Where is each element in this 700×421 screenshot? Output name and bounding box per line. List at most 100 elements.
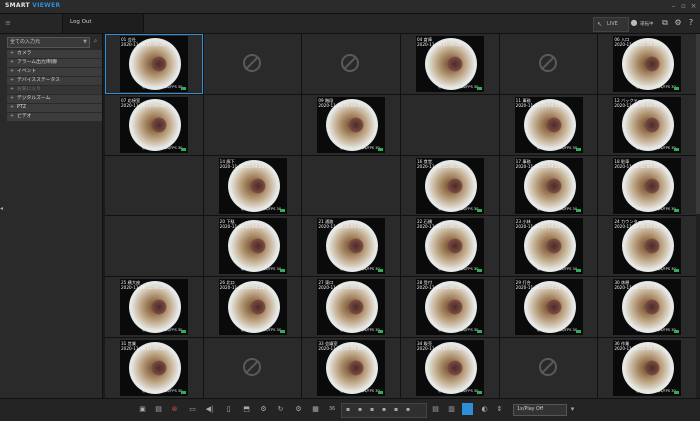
camera-cell[interactable] [203,338,302,398]
camera-video[interactable]: 23 小林 2020-11-26 11:04:25 帯域 38.3 Mbps/FPS… [514,218,583,275]
camera-cell[interactable]: 04 倉庫 2020-11-26 11:04:25 帯域 38.3 Mbps/FPS… [400,34,499,94]
camera-video[interactable]: 09 階段 2020-11-26 11:04:25 帯域 38.3 Mbps/FPS… [317,96,386,153]
camera-cell[interactable]: 14 廊下 2020-11-26 11:04:25 帯域 38.3 Mbps/FPS… [203,155,302,216]
camera-cell[interactable]: 11 事務 2020-11-26 11:04:25 帯域 38.3 Mbps/FPS… [499,94,598,155]
camera-cell[interactable]: 09 階段 2020-11-26 11:04:25 帯域 38.3 Mbps/FPS… [302,94,400,155]
playback-icon[interactable]: ▭ [187,404,198,415]
camera-video[interactable]: 25 横大座 2020-11-26 11:04:25 帯域 38.3 Mbps/FP… [120,279,188,336]
camera-cell[interactable]: 28 受付 2020-11-26 11:04:25 帯域 38.3 Mbps/FPS… [400,277,499,338]
camera-video[interactable]: 17 事務 2020-11-26 11:04:25 帯域 38.3 Mbps/FPS… [514,157,583,214]
sidebar-item-device-status[interactable]: + デバイスステータス [7,77,102,85]
camera-video[interactable]: 22 石橋 2020-11-26 11:04:25 帯域 38.3 Mbps/FPS… [415,218,484,275]
record-icon[interactable]: ● [629,18,639,28]
tab-log-out[interactable]: Log Out [62,14,144,33]
aspect-icon[interactable]: ◐ [479,404,490,415]
camera-cell[interactable] [400,94,499,155]
close-icon[interactable]: × [689,2,698,10]
camera-cell[interactable] [499,338,598,398]
stepper-icon[interactable]: ⇕ [494,404,505,415]
camera-cell[interactable]: 16 食堂 2020-11-26 11:04:25 帯域 38.3 Mbps/FPS… [400,155,499,216]
camera-cell[interactable]: 23 小林 2020-11-26 11:04:25 帯域 38.3 Mbps/FPS… [499,216,598,277]
speed-select[interactable]: 1x/Play Off [513,404,567,416]
save-icon[interactable]: ▤ [153,404,164,415]
camera-cell[interactable]: 22 石橋 2020-11-26 11:04:25 帯域 38.3 Mbps/FPS… [400,216,499,277]
camera-cell[interactable]: 33 会議室 2020-11-26 11:04:25 帯域 38.3 Mbps/FP… [302,338,400,398]
settings-icon[interactable]: ⚙ [258,404,269,415]
source-select[interactable]: 全ての入力元 ▼ [7,37,90,48]
layout-count[interactable]: 36 [325,404,339,415]
camera-cell[interactable] [203,34,302,94]
camera-video[interactable]: 34 販売 2020-11-26 11:04:25 帯域 38.3 Mbps/FPS… [415,340,484,397]
camera-video[interactable]: 33 会議室 2020-11-26 11:04:25 帯域 38.3 Mbps/FP… [317,340,386,397]
camera-cell[interactable]: 17 事務 2020-11-26 11:04:25 帯域 38.3 Mbps/FPS… [499,155,598,216]
sidebar-item-ptz[interactable]: + PTZ [7,104,102,112]
camera-video[interactable]: 07 応接室 2020-11-26 11:04:25 帯域 38.3 Mbps/FP… [120,96,188,153]
camera-cell[interactable]: 30 休憩 2020-11-26 11:04:25 帯域 38.3 Mbps/FPS… [598,277,696,338]
layout-1-icon[interactable]: ▪ [346,406,350,413]
device-icon[interactable]: ⧉ [660,18,670,28]
layout-9-icon[interactable]: ▪ [370,406,374,413]
camera-cell[interactable]: 01 会社 2020-11-26 11:04:25 帯域 38.3 Mbps/FPS… [105,34,203,94]
layout-4-icon[interactable]: ▪ [358,406,362,413]
camera-cell[interactable]: 29 打合 2020-11-26 11:04:25 帯域 38.3 Mbps/FPS… [499,277,598,338]
camera-video[interactable]: 01 会社 2020-11-26 11:04:25 帯域 38.3 Mbps/FPS… [120,36,188,92]
camera-video[interactable]: 20 下駄 2020-11-26 11:04:25 帯域 38.3 Mbps/FPS… [218,218,287,275]
camera-cell[interactable]: 07 応接室 2020-11-26 11:04:25 帯域 38.3 Mbps/FP… [105,94,203,155]
layout-36-icon[interactable]: ▪ [406,406,410,413]
camera-cell[interactable]: 12 バックヤード 2020-11-26 11:04:25 帯域 38.3 Mbps… [598,94,696,155]
layout-16-icon[interactable]: ▪ [382,406,386,413]
record-button-icon[interactable]: ⊗ [169,404,180,415]
layout-icon[interactable]: ⚙ [293,404,304,415]
scrollbar[interactable] [696,34,700,398]
maximize-icon[interactable]: ▫ [679,2,688,10]
audio-icon[interactable]: ◀| [204,404,215,415]
camera-cell[interactable] [302,155,400,216]
camera-video[interactable]: 29 打合 2020-11-26 11:04:25 帯域 38.3 Mbps/FPS… [514,279,583,336]
gear-icon[interactable]: ⚙ [673,18,683,28]
sidebar-item-digital-zoom[interactable]: + デジタルズーム [7,95,102,103]
refresh-icon[interactable]: ↻ [275,404,286,415]
active-view-button[interactable] [462,403,473,415]
camera-video[interactable]: 16 食堂 2020-11-26 11:04:25 帯域 38.3 Mbps/FPS… [415,157,484,214]
camera-cell[interactable]: 24 カウンター 2020-11-26 11:04:25 帯域 38.3 Mbps/… [598,216,696,277]
sidebar-item-alarm[interactable]: + アラーム出力/制御 [7,59,102,67]
camera-video[interactable]: 31 営業 2020-11-26 11:04:25 帯域 38.3 Mbps/FPS… [120,340,188,397]
snapshot-icon[interactable]: ▣ [137,404,148,415]
sidebar-item-event[interactable]: + イベント [7,68,102,76]
menu-icon[interactable]: ≡ [5,19,11,27]
camera-video[interactable]: 26 北口 2020-11-26 11:04:25 帯域 38.3 Mbps/FPS… [218,279,287,336]
sequence-icon[interactable]: ▤ [430,404,441,415]
minimize-icon[interactable]: – [669,2,678,10]
camera-cell[interactable]: 27 東口 2020-11-26 11:04:25 帯域 38.3 Mbps/FPS… [302,277,400,338]
camera-video[interactable]: 30 休憩 2020-11-26 11:04:25 帯域 38.3 Mbps/FPS… [613,279,682,336]
camera-cell[interactable]: 18 駐車 2020-11-26 11:04:25 帯域 38.3 Mbps/FPS… [598,155,696,216]
camera-video[interactable]: 28 受付 2020-11-26 11:04:25 帯域 38.3 Mbps/FPS… [415,279,484,336]
camera-video[interactable]: 14 廊下 2020-11-26 11:04:25 帯域 38.3 Mbps/FPS… [218,157,287,214]
camera-cell[interactable]: 26 北口 2020-11-26 11:04:25 帯域 38.3 Mbps/FPS… [203,277,302,338]
camera-video[interactable]: 24 カウンター 2020-11-26 11:04:25 帯域 38.3 Mbps/… [613,218,682,275]
camera-video[interactable]: 18 駐車 2020-11-26 11:04:25 帯域 38.3 Mbps/FPS… [613,157,682,214]
camera-cell[interactable]: 34 販売 2020-11-26 11:04:25 帯域 38.3 Mbps/FPS… [400,338,499,398]
print-icon[interactable]: ▯ [223,404,234,415]
camera-cell[interactable]: 31 営業 2020-11-26 11:04:25 帯域 38.3 Mbps/FPS… [105,338,203,398]
fullscreen-icon[interactable]: ⬒ [241,404,252,415]
sidebar-item-camera[interactable]: + カメラ [7,50,102,58]
camera-cell[interactable] [203,94,302,155]
collapse-sidebar-icon[interactable]: ◂ [0,205,3,212]
camera-video[interactable]: 06 入口 2020-11-26 11:04:25 帯域 38.3 Mbps/FPS… [613,36,682,92]
camera-cell[interactable]: 20 下駄 2020-11-26 11:04:25 帯域 38.3 Mbps/FPS… [203,216,302,277]
sidebar-item-video[interactable]: + ビデオ [7,113,102,121]
camera-video[interactable]: 04 倉庫 2020-11-26 11:04:25 帯域 38.3 Mbps/FPS… [415,36,484,92]
camera-cell[interactable]: 36 作業 2020-11-26 11:04:25 帯域 38.3 Mbps/FPS… [598,338,696,398]
camera-cell[interactable] [105,155,203,216]
camera-cell[interactable]: 21 通路 2020-11-26 11:04:25 帯域 38.3 Mbps/FPS… [302,216,400,277]
layout-selector[interactable]: ▪ ▪ ▪ ▪ ▪ ▪ [341,403,427,418]
camera-cell[interactable] [105,216,203,277]
camera-video[interactable]: 27 東口 2020-11-26 11:04:25 帯域 38.3 Mbps/FPS… [317,279,386,336]
help-icon[interactable]: ? [686,18,696,28]
camera-cell[interactable] [302,34,400,94]
live-mode-button[interactable]: ↖ LIVE [593,17,629,32]
scroll-thumb[interactable] [696,34,700,214]
camera-video[interactable]: 12 バックヤード 2020-11-26 11:04:25 帯域 38.3 Mbps… [613,96,682,153]
camera-cell[interactable]: 06 入口 2020-11-26 11:04:25 帯域 38.3 Mbps/FPS… [598,34,696,94]
